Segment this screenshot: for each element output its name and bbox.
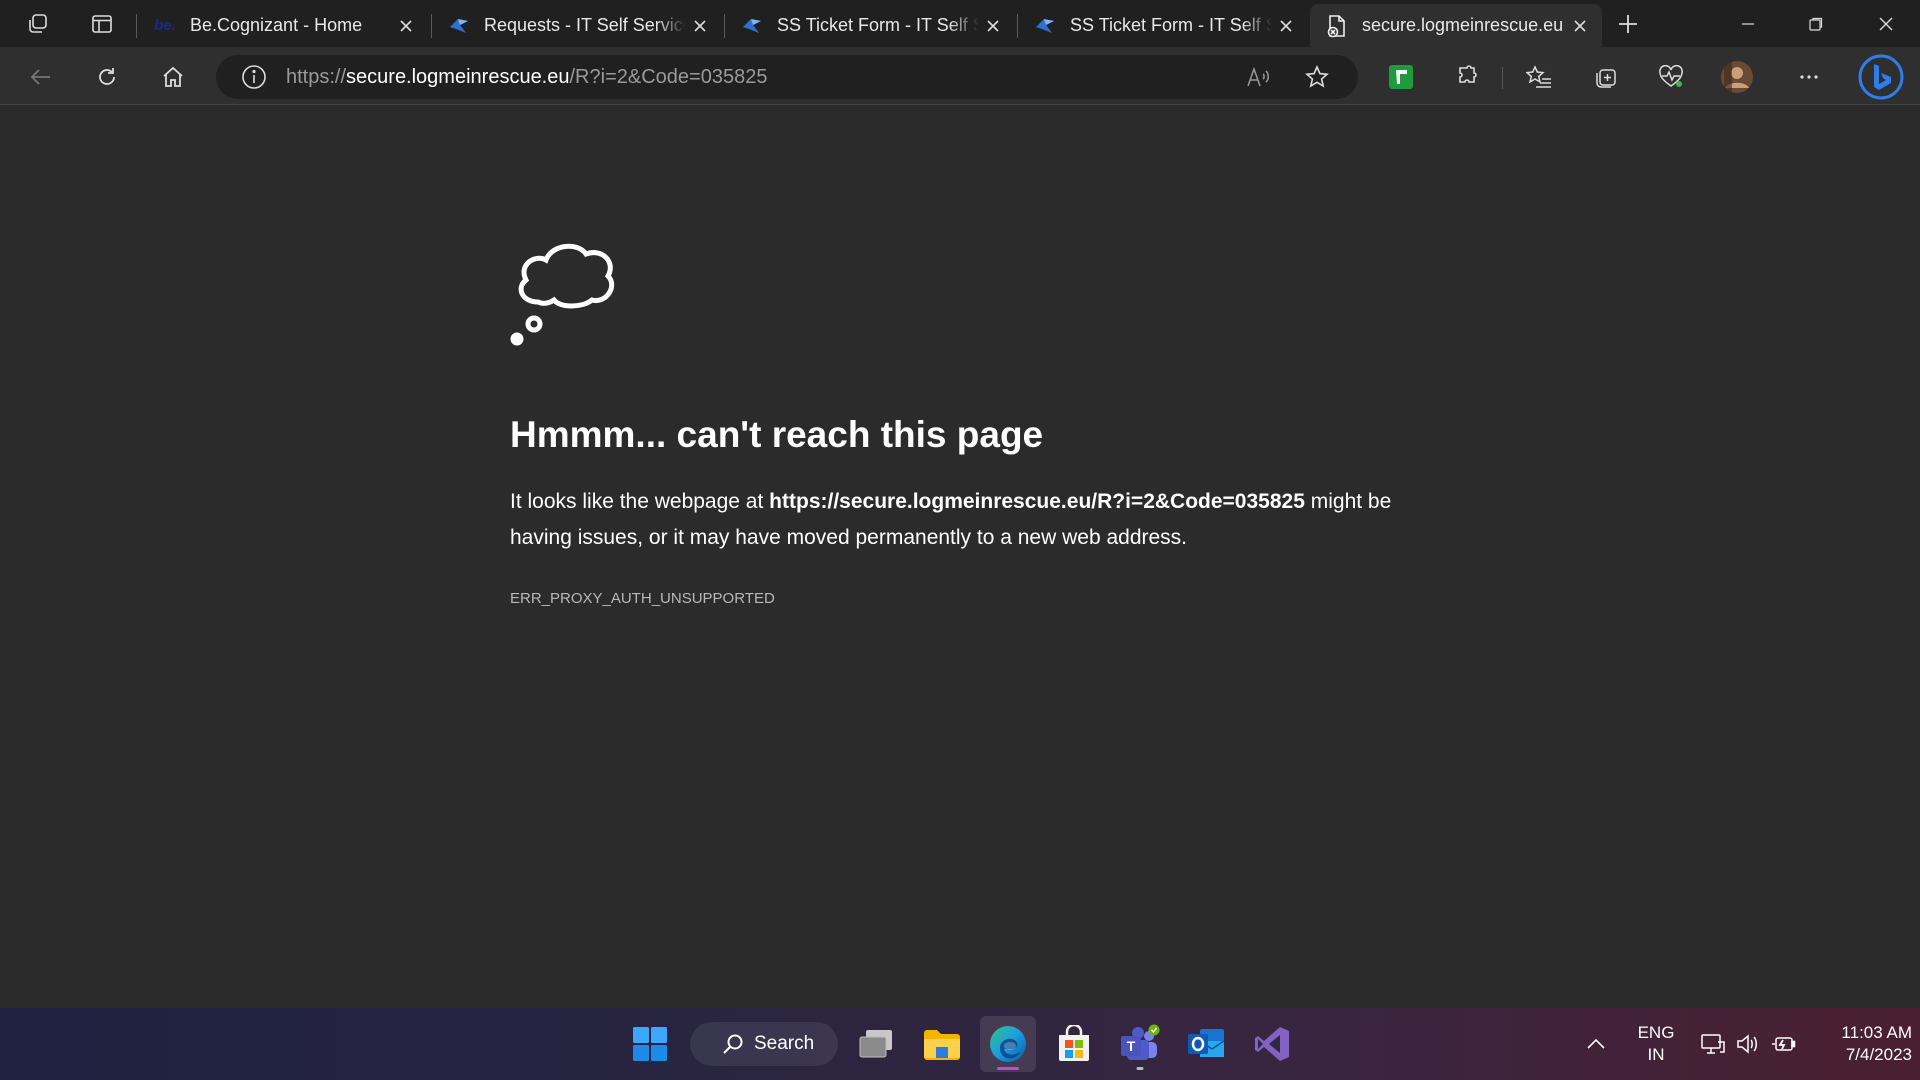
error-page: Hmmm... can't reach this page It looks l…	[0, 106, 1920, 1008]
edge-icon[interactable]	[980, 1016, 1036, 1072]
new-tab-button[interactable]	[1610, 6, 1646, 42]
active-app-indicator	[997, 1067, 1019, 1070]
vertical-tabs-icon[interactable]	[84, 6, 120, 42]
tab-logmeinrescue[interactable]: secure.logmeinrescue.eu	[1310, 4, 1602, 47]
clock[interactable]: 11:03 AM 7/4/2023	[1808, 1022, 1912, 1066]
tab-title: Requests - IT Self Service	[484, 15, 686, 35]
collections-icon[interactable]	[1586, 58, 1624, 96]
profile-avatar[interactable]	[1718, 58, 1756, 96]
browser-toolbar: https://secure.logmeinrescue.eu/R?i=2&Co…	[0, 47, 1920, 105]
read-aloud-icon[interactable]	[1240, 58, 1278, 96]
favorites-icon[interactable]	[1520, 58, 1558, 96]
green-extension-icon[interactable]	[1382, 58, 1420, 96]
url-scheme: https://	[286, 65, 347, 88]
restore-button[interactable]	[1782, 0, 1850, 47]
close-icon[interactable]	[392, 12, 420, 40]
page-error-icon	[1326, 14, 1348, 37]
tab-title: SS Ticket Form - IT Self Service	[777, 15, 979, 35]
browser-essentials-icon[interactable]	[1652, 58, 1690, 96]
refresh-icon[interactable]	[88, 58, 126, 96]
close-icon[interactable]	[1272, 12, 1300, 40]
close-icon[interactable]	[686, 12, 714, 40]
language-indicator[interactable]: ENG IN	[1630, 1022, 1682, 1066]
visual-studio-icon[interactable]	[1244, 1016, 1300, 1072]
start-icon[interactable]	[622, 1016, 678, 1072]
tab-ss-ticket-form-1[interactable]: SS Ticket Form - IT Self Service	[725, 4, 1015, 47]
extensions-puzzle-icon[interactable]	[1448, 58, 1486, 96]
toolbar-separator	[1502, 67, 1503, 89]
tab-title: SS Ticket Form - IT Self Service	[1070, 15, 1272, 35]
url-path: /R?i=2&Code=035825	[569, 65, 768, 88]
running-app-indicator	[1136, 1067, 1144, 1070]
tab-separator	[136, 14, 137, 38]
tab-title: Be.Cognizant - Home	[190, 15, 363, 35]
more-options-icon[interactable]	[1790, 58, 1828, 96]
thought-cloud-icon	[508, 228, 620, 346]
tab-ss-ticket-form-2[interactable]: SS Ticket Form - IT Self Service	[1018, 4, 1308, 47]
battery-icon[interactable]	[1766, 1016, 1802, 1072]
windows-taskbar: Search T ENG IN 11:03 AM 7/4/2023	[0, 1008, 1920, 1080]
search-label: Search	[754, 1033, 815, 1054]
workspaces-icon[interactable]	[20, 6, 56, 42]
error-code: ERR_PROXY_AUTH_UNSUPPORTED	[510, 590, 775, 607]
becognizant-icon: be.	[154, 17, 176, 34]
close-icon[interactable]	[1566, 12, 1594, 40]
tab-becognizant[interactable]: be. Be.Cognizant - Home	[138, 4, 428, 47]
back-arrow-icon[interactable]	[22, 58, 60, 96]
close-window-button[interactable]	[1852, 0, 1920, 47]
url-host: secure.logmeinrescue.eu	[346, 65, 570, 88]
volume-icon[interactable]	[1730, 1016, 1764, 1072]
error-url: https://secure.logmeinrescue.eu/R?i=2&Co…	[769, 490, 1305, 513]
store-icon[interactable]	[1046, 1016, 1102, 1072]
address-bar[interactable]: https://secure.logmeinrescue.eu/R?i=2&Co…	[216, 55, 1358, 99]
tab-title: secure.logmeinrescue.eu	[1362, 15, 1564, 35]
tab-strip: be. Be.Cognizant - Home Requests - IT Se…	[0, 0, 1920, 47]
servicenow-icon	[448, 15, 470, 37]
language-region: IN	[1647, 1045, 1665, 1064]
clock-date: 7/4/2023	[1845, 1045, 1912, 1064]
tab-requests[interactable]: Requests - IT Self Service	[432, 4, 722, 47]
home-icon[interactable]	[154, 58, 192, 96]
search-icon	[722, 1033, 744, 1055]
clock-time: 11:03 AM	[1841, 1023, 1912, 1042]
error-description: It looks like the webpage at https://sec…	[510, 490, 1392, 549]
task-view-icon[interactable]	[848, 1016, 904, 1072]
file-explorer-icon[interactable]	[914, 1016, 970, 1072]
taskbar-search-button[interactable]: Search	[690, 1022, 838, 1066]
favorite-star-icon[interactable]	[1298, 58, 1336, 96]
url-text[interactable]: https://secure.logmeinrescue.eu/R?i=2&Co…	[286, 66, 767, 89]
site-info-icon[interactable]	[234, 57, 274, 97]
servicenow-icon	[1034, 15, 1056, 37]
outlook-icon[interactable]	[1178, 1016, 1234, 1072]
page-title: Hmmm... can't reach this page	[510, 414, 1044, 455]
svg-text:T: T	[1127, 1038, 1136, 1054]
servicenow-icon	[741, 15, 763, 37]
network-icon[interactable]	[1696, 1016, 1730, 1072]
teams-icon[interactable]: T	[1112, 1016, 1168, 1072]
chevron-up-icon[interactable]	[1576, 1016, 1616, 1072]
bing-copilot-icon[interactable]	[1858, 54, 1904, 100]
minimize-button[interactable]	[1714, 0, 1782, 47]
close-icon[interactable]	[979, 12, 1007, 40]
language-code: ENG	[1637, 1023, 1675, 1042]
